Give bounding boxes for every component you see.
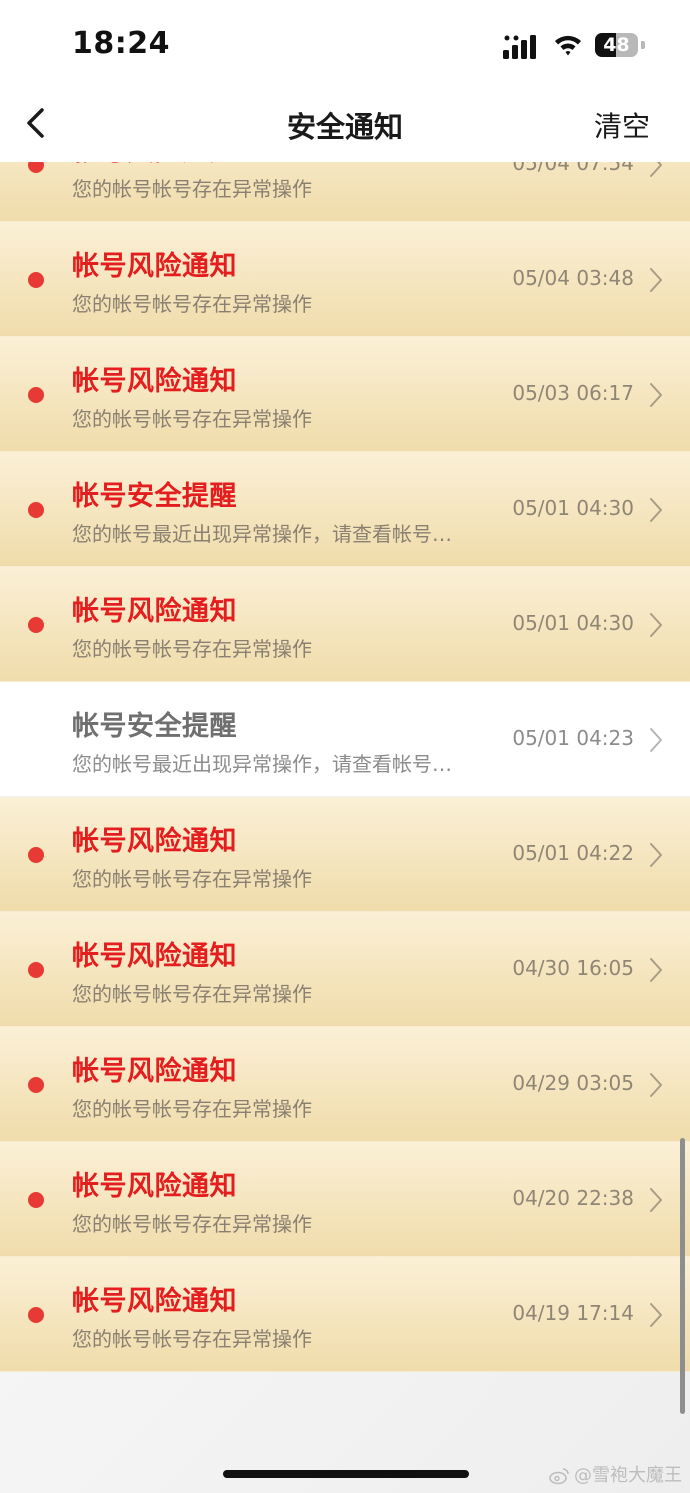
weibo-icon — [549, 1468, 569, 1485]
notification-item[interactable]: 帐号风险通知您的帐号帐号存在异常操作 04/30 16:05 — [0, 912, 690, 1027]
notification-description: 您的帐号帐号存在异常操作 — [72, 982, 312, 1006]
notification-title: 帐号风险通知 — [72, 366, 237, 397]
battery-icon: 48 — [595, 33, 645, 57]
notification-item[interactable]: 帐号风险通知您的帐号帐号存在异常操作 04/19 17:14 — [0, 1257, 690, 1372]
chevron-right-icon — [650, 498, 662, 522]
notification-time: 05/01 04:30 — [512, 496, 634, 520]
chevron-right-icon — [650, 383, 662, 407]
notification-list: 帐号风险通知您的帐号帐号存在异常操作05/04 07:54帐号风险通知您的帐号帐… — [0, 107, 690, 1372]
unread-dot — [28, 962, 44, 978]
notification-title: 帐号风险通知 — [72, 251, 237, 282]
notification-description: 您的帐号帐号存在异常操作 — [72, 1097, 312, 1121]
status-time: 18:24 — [72, 26, 170, 61]
chevron-right-icon — [650, 1073, 662, 1097]
notification-description: 您的帐号帐号存在异常操作 — [72, 867, 312, 891]
notification-time: 05/03 06:17 — [512, 381, 634, 405]
notification-description: 您的帐号最近出现异常操作，请查看帐号… — [72, 752, 452, 776]
scroll-indicator[interactable] — [680, 1138, 685, 1414]
notification-title: 帐号安全提醒 — [72, 711, 237, 742]
chevron-right-icon — [650, 613, 662, 637]
clear-button[interactable]: 清空 — [594, 105, 650, 145]
nav-bar: 安全通知 清空 — [0, 90, 690, 162]
notification-description: 您的帐号帐号存在异常操作 — [72, 637, 312, 661]
back-chevron-icon — [27, 108, 44, 138]
notification-item[interactable]: 帐号安全提醒您的帐号最近出现异常操作，请查看帐号… 05/01 04:30 — [0, 452, 690, 567]
notification-time: 05/04 03:48 — [512, 266, 634, 290]
notification-item[interactable]: 帐号风险通知您的帐号帐号存在异常操作 05/03 06:17 — [0, 337, 690, 452]
notification-item[interactable]: 帐号风险通知您的帐号帐号存在异常操作 05/01 04:22 — [0, 797, 690, 912]
chevron-right-icon — [650, 268, 662, 292]
notification-description: 您的帐号帐号存在异常操作 — [72, 177, 312, 201]
home-indicator[interactable] — [223, 1470, 469, 1478]
status-bar: 18:24 48 — [0, 0, 690, 90]
unread-dot — [28, 502, 44, 518]
back-button[interactable] — [18, 102, 58, 146]
notification-title: 帐号风险通知 — [72, 1286, 237, 1317]
signal-icon — [503, 35, 536, 59]
notification-item[interactable]: 帐号风险通知您的帐号帐号存在异常操作 04/29 03:05 — [0, 1027, 690, 1142]
chevron-right-icon — [650, 958, 662, 982]
notification-title: 帐号风险通知 — [72, 596, 237, 627]
unread-dot — [28, 1307, 44, 1323]
chevron-right-icon — [650, 728, 662, 752]
notification-item[interactable]: 帐号风险通知您的帐号帐号存在异常操作 05/04 03:48 — [0, 222, 690, 337]
notification-description: 您的帐号最近出现异常操作，请查看帐号… — [72, 522, 452, 546]
unread-dot — [28, 272, 44, 288]
notification-time: 04/29 03:05 — [512, 1071, 634, 1095]
notification-title: 帐号风险通知 — [72, 1056, 237, 1087]
unread-dot — [28, 1192, 44, 1208]
notification-item[interactable]: 帐号风险通知您的帐号帐号存在异常操作 04/20 22:38 — [0, 1142, 690, 1257]
notification-title: 帐号风险通知 — [72, 1171, 237, 1202]
notification-description: 您的帐号帐号存在异常操作 — [72, 407, 312, 431]
unread-dot — [28, 847, 44, 863]
chevron-right-icon — [650, 843, 662, 867]
wifi-icon — [555, 35, 581, 56]
notification-description: 您的帐号帐号存在异常操作 — [72, 292, 312, 316]
chevron-right-icon — [650, 1303, 662, 1327]
notification-item[interactable]: 帐号风险通知您的帐号帐号存在异常操作 05/01 04:30 — [0, 567, 690, 682]
page-title: 安全通知 — [286, 110, 403, 144]
unread-dot — [28, 617, 44, 633]
notification-time: 05/01 04:30 — [512, 611, 634, 635]
watermark: @雪袍大魔王 — [548, 1461, 682, 1487]
watermark-text: @雪袍大魔王 — [574, 1465, 682, 1486]
battery-level: 48 — [603, 34, 630, 56]
notification-time: 04/19 17:14 — [512, 1301, 634, 1325]
unread-dot — [28, 1077, 44, 1093]
notification-time: 05/01 04:22 — [512, 841, 634, 865]
notification-description: 您的帐号帐号存在异常操作 — [72, 1327, 312, 1351]
notification-time: 04/20 22:38 — [512, 1186, 634, 1210]
notification-title: 帐号风险通知 — [72, 826, 237, 857]
notification-title: 帐号风险通知 — [72, 941, 237, 972]
notification-title: 帐号安全提醒 — [72, 481, 237, 512]
notification-time: 05/01 04:23 — [512, 726, 634, 750]
notification-item[interactable]: 帐号安全提醒您的帐号最近出现异常操作，请查看帐号… 05/01 04:23 — [0, 682, 690, 797]
unread-dot — [28, 387, 44, 403]
chevron-right-icon — [650, 1188, 662, 1212]
notification-description: 您的帐号帐号存在异常操作 — [72, 1212, 312, 1236]
notification-time: 04/30 16:05 — [512, 956, 634, 980]
